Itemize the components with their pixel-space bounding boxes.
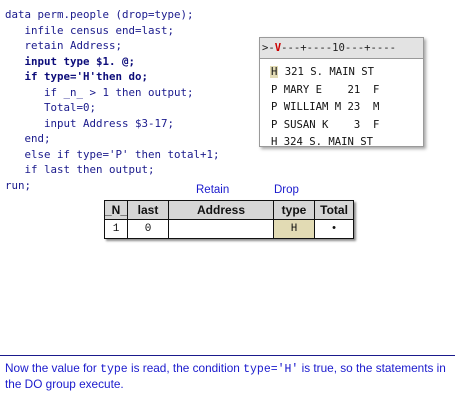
pdv-header-type: type (273, 200, 316, 220)
caption-condition: type='H' (243, 363, 299, 376)
code-line: run; (5, 178, 32, 192)
raw-record: H 324 S. MAIN ST (271, 136, 374, 148)
pdv-header-total: Total (314, 200, 355, 220)
pdv-value-type: H (273, 219, 316, 239)
code-line-current: if type='H'then do; (5, 70, 149, 83)
code-line: retain Address; (5, 39, 123, 52)
caption-divider (0, 355, 455, 356)
raw-data-window: >-V---+----10---+---- H 321 S. MAIN ST P… (259, 37, 424, 148)
pdv-value-total: • (314, 219, 355, 239)
raw-record: P WILLIAM M 23 M (271, 101, 380, 113)
pdv-header-row: _N_ last Address type Total (103, 200, 355, 220)
code-line: Total=0; (5, 101, 97, 114)
column-ruler: >-V---+----10---+---- (260, 38, 423, 59)
drop-label: Drop (274, 184, 299, 196)
code-line: input Address $3-17; (5, 116, 175, 130)
code-line: if _n_ > 1 then output; (5, 85, 194, 99)
pdv-header-address: Address (168, 200, 275, 220)
raw-record: P MARY E 21 F (271, 83, 380, 96)
pdv-header-last: last (127, 200, 170, 220)
code-line: else if type='P' then total+1; (5, 147, 220, 161)
code-line: if last then output; (5, 163, 155, 176)
pdv-header-n: _N_ (103, 200, 129, 220)
pdv-table: _N_ last Address type Total 1 0 H • (103, 200, 355, 239)
pdv-value-last: 0 (127, 219, 170, 239)
sas-code-block: data perm.people (drop=type); infile cen… (5, 7, 220, 193)
caption-var: type (100, 363, 128, 376)
code-line: end; (5, 132, 51, 145)
pdv-value-n: 1 (103, 219, 129, 239)
raw-record-current: H 321 S. MAIN ST (270, 66, 375, 78)
code-line-current: input type $1. @; (5, 54, 136, 68)
code-line: data perm.people (drop=type); (5, 8, 194, 21)
pdv-value-address (168, 219, 275, 239)
retain-label: Retain (196, 184, 230, 196)
caption-text: Now the value for type is read, the cond… (5, 361, 446, 391)
raw-records: H 321 S. MAIN ST P MARY E 21 F P WILLIAM… (260, 59, 423, 152)
ruler-scale: ---+----10---+---- (281, 42, 396, 54)
raw-record: P SUSAN K 3 F (271, 118, 380, 131)
pdv-value-row: 1 0 H • (103, 219, 355, 239)
code-line: infile census end=last; (5, 23, 175, 37)
ruler-prefix: >- (262, 42, 275, 54)
